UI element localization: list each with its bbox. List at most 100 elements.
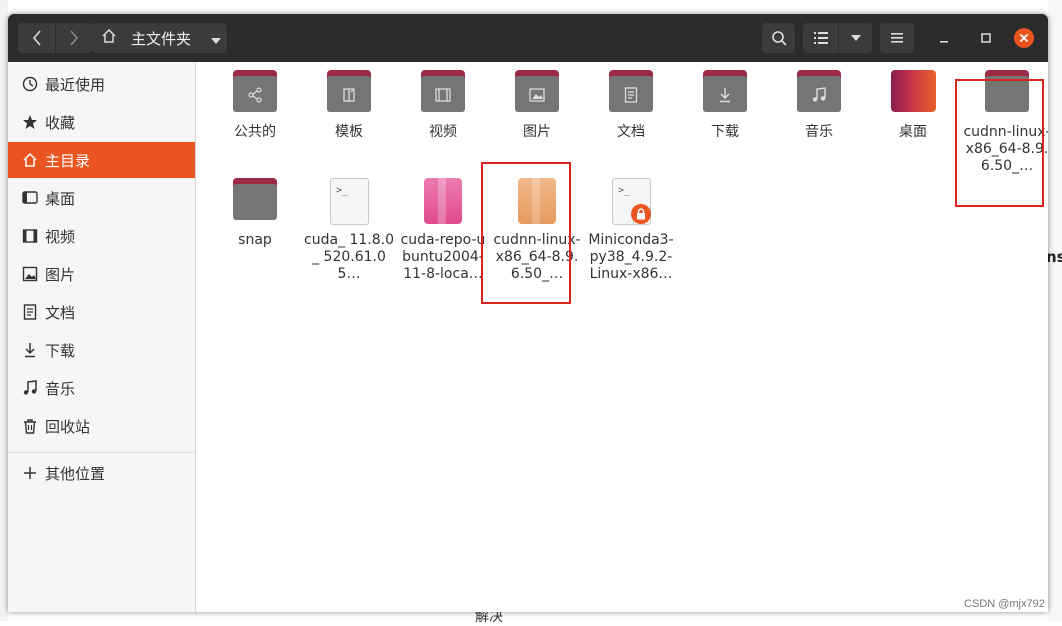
sidebar-item-label: 音乐 bbox=[45, 379, 76, 398]
clock-icon bbox=[21, 75, 39, 93]
file-item[interactable]: 音乐 bbox=[774, 70, 864, 141]
sidebar-item-music[interactable]: 音乐 bbox=[8, 370, 195, 406]
maximize-icon bbox=[981, 33, 991, 43]
file-item[interactable]: >_ Miniconda3-py38_4.9.2-Linux-x86… bbox=[586, 178, 676, 283]
sidebar-item-home[interactable]: 主目录 bbox=[8, 142, 195, 178]
folder-icon bbox=[607, 70, 655, 118]
home-icon bbox=[101, 28, 117, 48]
sidebar-item-label: 其他位置 bbox=[45, 464, 106, 483]
sidebar-item-label: 主目录 bbox=[45, 151, 91, 170]
caret-down-icon bbox=[211, 29, 222, 48]
sidebar: 最近使用 收藏 主目录 桌面 视频 图片 文档 下载 音乐 回收站 其他位置 bbox=[8, 62, 196, 612]
view-options-button[interactable] bbox=[839, 23, 872, 53]
template-icon bbox=[325, 80, 373, 110]
file-item[interactable]: cuda-repo-ubuntu2004-11-8-loca… bbox=[398, 178, 488, 283]
caret-down-icon bbox=[850, 35, 861, 41]
lock-icon bbox=[631, 204, 651, 224]
file-item[interactable]: 图片 bbox=[492, 70, 582, 141]
sidebar-item-label: 桌面 bbox=[45, 189, 76, 208]
trash-icon bbox=[21, 417, 39, 435]
minimize-icon bbox=[940, 41, 948, 43]
file-grid: 公共的 模板 视频 图片 文档 下载 音乐 桌面 cudnn-linux-x86… bbox=[196, 62, 1048, 612]
file-name: cuda-repo-ubuntu2004-11-8-loca… bbox=[400, 232, 486, 282]
sidebar-item-label: 文档 bbox=[45, 303, 76, 322]
sidebar-item-starred[interactable]: 收藏 bbox=[8, 104, 195, 140]
sidebar-item-trash[interactable]: 回收站 bbox=[8, 408, 195, 444]
file-item[interactable]: >_ cuda_ 11.8.0_ 520.61.05… bbox=[304, 178, 394, 283]
minimize-button[interactable] bbox=[934, 30, 954, 46]
sidebar-item-documents[interactable]: 文档 bbox=[8, 294, 195, 330]
sidebar-item-label: 最近使用 bbox=[45, 75, 106, 94]
music-icon bbox=[21, 379, 39, 397]
file-item[interactable]: 下载 bbox=[680, 70, 770, 141]
music-icon bbox=[795, 80, 843, 110]
back-button[interactable] bbox=[18, 23, 55, 53]
hamburger-icon bbox=[891, 33, 903, 43]
file-name: Miniconda3-py38_4.9.2-Linux-x86… bbox=[588, 232, 674, 282]
home-icon bbox=[21, 151, 39, 169]
header-bar: 主文件夹 bbox=[8, 14, 1048, 62]
file-item[interactable]: snap bbox=[210, 178, 300, 249]
menu-button[interactable] bbox=[880, 23, 914, 53]
file-name: 文档 bbox=[617, 124, 645, 140]
script-file-icon: >_ bbox=[607, 178, 655, 226]
file-item[interactable]: 公共的 bbox=[210, 70, 300, 141]
list-view-icon bbox=[813, 32, 828, 44]
path-bar-button[interactable]: 主文件夹 bbox=[92, 23, 227, 53]
download-icon bbox=[701, 80, 749, 110]
folder-icon bbox=[795, 70, 843, 118]
file-name: 公共的 bbox=[234, 124, 276, 140]
sidebar-item-pictures[interactable]: 图片 bbox=[8, 256, 195, 292]
sidebar-item-downloads[interactable]: 下载 bbox=[8, 332, 195, 368]
file-name: 桌面 bbox=[899, 124, 927, 140]
path-label: 主文件夹 bbox=[131, 29, 192, 48]
file-manager-window: 主文件夹 最近使用 收藏 主目录 桌面 视频 图片 文档 下载 音乐 回收站 其… bbox=[8, 14, 1048, 612]
sidebar-item-other-locations[interactable]: 其他位置 bbox=[8, 455, 195, 491]
sidebar-item-label: 收藏 bbox=[45, 113, 76, 132]
file-name: 模板 bbox=[335, 124, 363, 140]
sidebar-item-label: 回收站 bbox=[45, 417, 91, 436]
chevron-left-icon bbox=[32, 30, 41, 46]
highlight-box bbox=[955, 79, 1044, 207]
sidebar-item-label: 下载 bbox=[45, 341, 76, 360]
file-name: snap bbox=[238, 232, 272, 248]
file-name: 视频 bbox=[429, 124, 457, 140]
file-item[interactable]: 模板 bbox=[304, 70, 394, 141]
plus-icon bbox=[21, 464, 39, 482]
forward-button[interactable] bbox=[56, 23, 92, 53]
search-button[interactable] bbox=[762, 23, 795, 53]
maximize-button[interactable] bbox=[976, 30, 996, 46]
file-name: cuda_ 11.8.0_ 520.61.05… bbox=[304, 232, 395, 282]
highlight-box bbox=[481, 162, 571, 304]
close-button[interactable] bbox=[1014, 28, 1034, 48]
script-file-icon: >_ bbox=[325, 178, 373, 226]
folder-icon bbox=[419, 70, 467, 118]
search-icon bbox=[771, 31, 787, 46]
folder-icon bbox=[231, 70, 279, 118]
image-icon bbox=[513, 80, 561, 110]
desktop-folder-icon bbox=[889, 70, 937, 118]
desktop-icon bbox=[21, 189, 39, 207]
sidebar-item-label: 视频 bbox=[45, 227, 76, 246]
file-item[interactable]: 文档 bbox=[586, 70, 676, 141]
download-icon bbox=[21, 341, 39, 359]
sidebar-item-videos[interactable]: 视频 bbox=[8, 218, 195, 254]
background-left-strip bbox=[0, 0, 8, 621]
video-icon bbox=[419, 80, 467, 110]
share-icon bbox=[231, 80, 279, 110]
close-icon bbox=[1019, 33, 1029, 43]
list-view-button[interactable] bbox=[803, 23, 838, 53]
file-item[interactable]: 桌面 bbox=[868, 70, 958, 141]
file-item[interactable]: 视频 bbox=[398, 70, 488, 141]
chevron-right-icon bbox=[70, 30, 79, 46]
sidebar-item-desktop[interactable]: 桌面 bbox=[8, 180, 195, 216]
document-icon bbox=[21, 303, 39, 321]
deb-package-icon bbox=[419, 178, 467, 226]
sidebar-item-recent[interactable]: 最近使用 bbox=[8, 66, 195, 102]
folder-icon bbox=[701, 70, 749, 118]
background-right-strip bbox=[1048, 0, 1062, 621]
watermark: CSDN @mjx792 bbox=[964, 598, 1045, 610]
folder-icon bbox=[325, 70, 373, 118]
image-icon bbox=[21, 265, 39, 283]
sidebar-divider bbox=[8, 452, 195, 453]
